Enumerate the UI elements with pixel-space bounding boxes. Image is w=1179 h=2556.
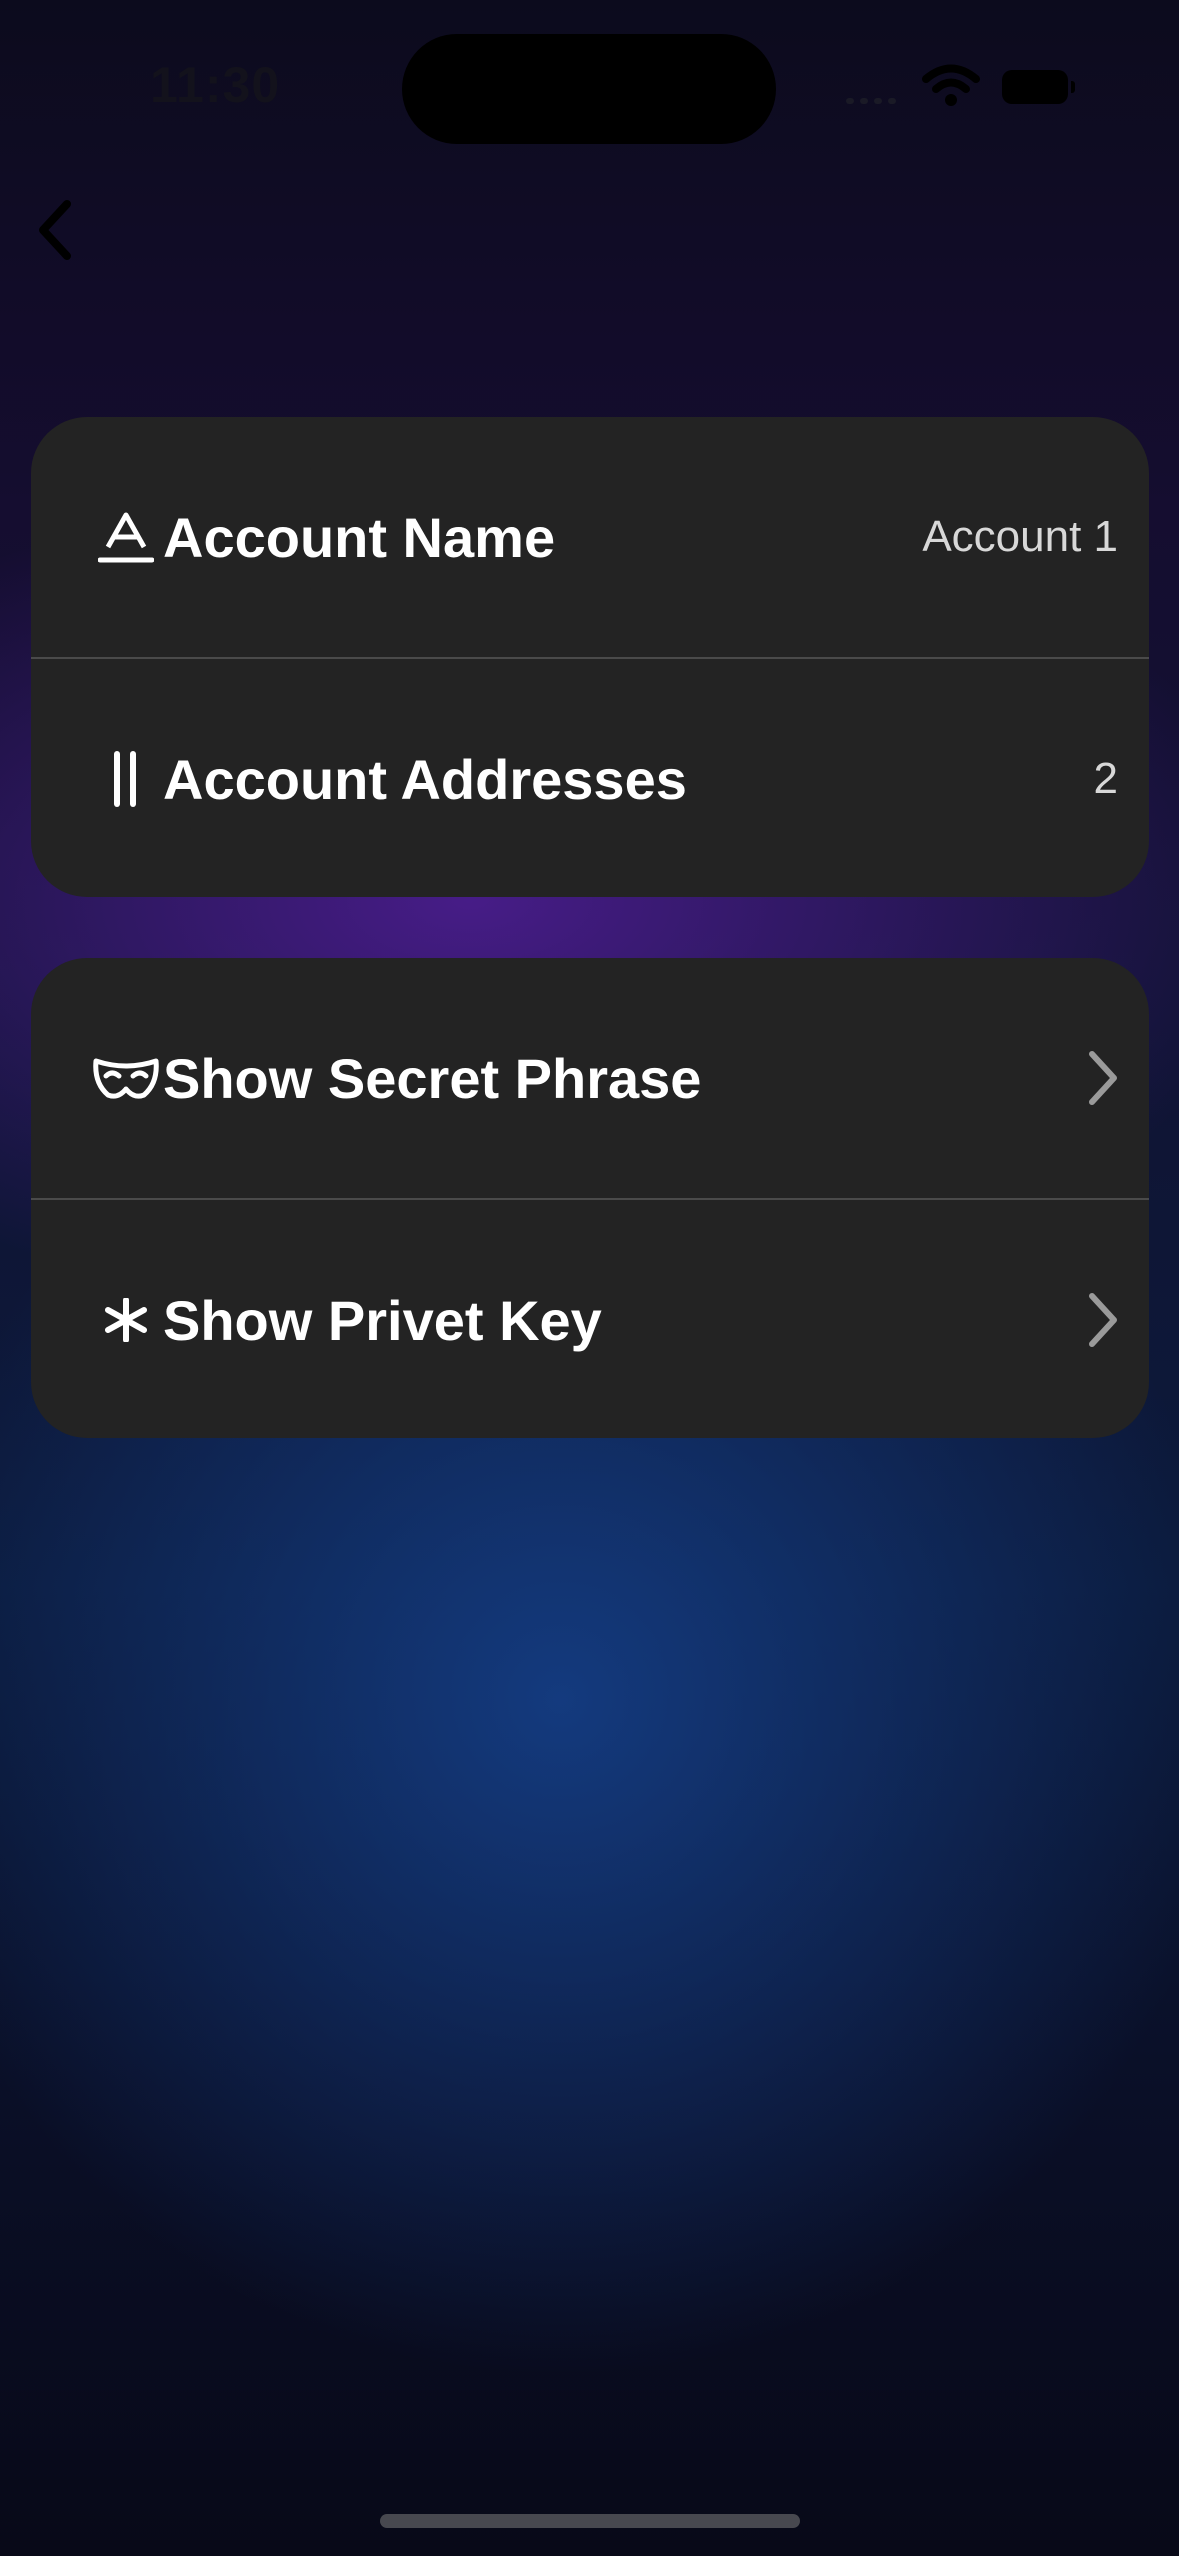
account-name-row[interactable]: Account Name Account 1 [31,417,1149,657]
account-addresses-label: Account Addresses [163,747,687,811]
chevron-left-icon [39,200,71,260]
chevron-right-icon [1083,1043,1123,1113]
wifi-icon [922,64,980,106]
status-time: 11:30 [150,57,281,113]
account-name-label: Account Name [163,505,556,569]
account-name-value: Account 1 [922,512,1118,561]
show-private-key-row[interactable]: Show Privet Key [31,1198,1149,1438]
cellular-signal-icon [846,92,906,104]
status-bar: 11:30 [0,0,1179,170]
dynamic-island [402,34,776,144]
account-addresses-count: 2 [1093,754,1118,803]
account-info-card: Account Name Account 1 Account Addresses… [31,417,1149,897]
secrets-card: Show Secret Phrase Show Privet Key [31,958,1149,1438]
show-secret-phrase-row[interactable]: Show Secret Phrase [31,958,1149,1198]
chevron-right-icon [1083,1285,1123,1355]
show-private-key-label: Show Privet Key [163,1288,602,1352]
home-indicator[interactable] [380,2514,800,2528]
back-button[interactable] [20,190,90,270]
battery-icon [1002,70,1075,104]
show-secret-phrase-label: Show Secret Phrase [163,1046,702,1110]
account-addresses-row[interactable]: Account Addresses 2 [31,657,1149,897]
